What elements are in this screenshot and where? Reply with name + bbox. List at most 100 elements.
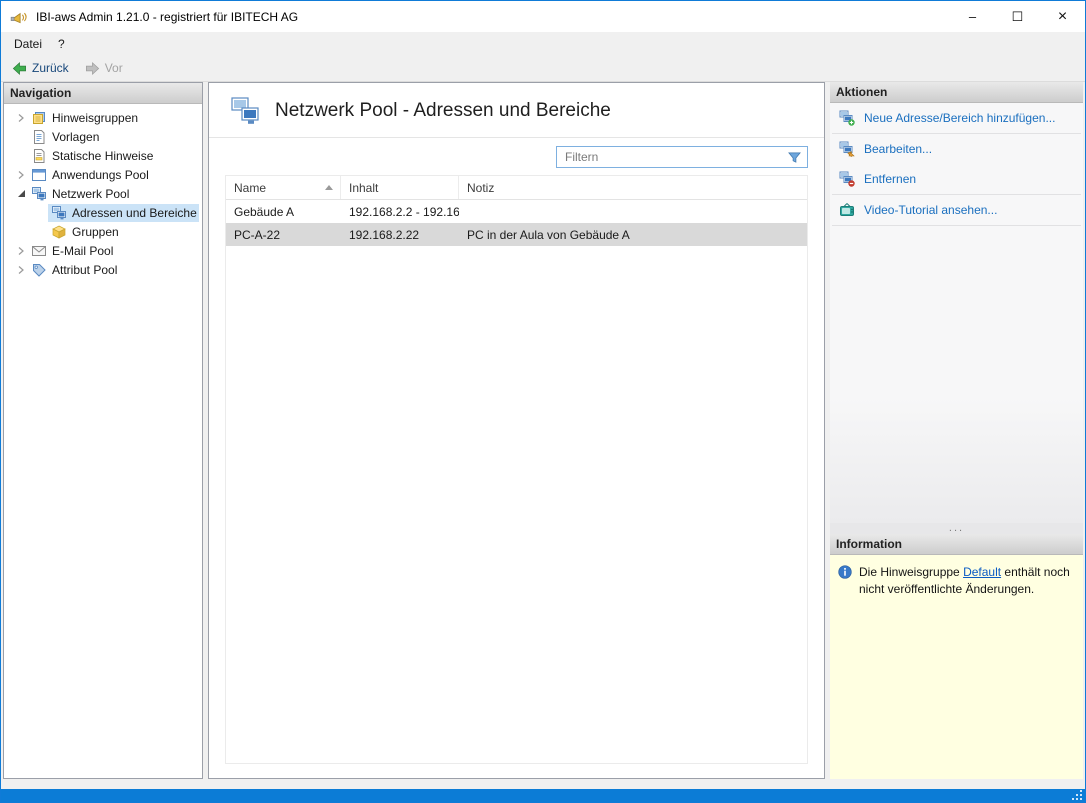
chevron-expanded-icon[interactable] [14,187,28,201]
spacer [830,226,1083,523]
resize-grip-icon[interactable] [1072,790,1083,801]
network-edit-icon [839,141,856,157]
sidebar-item-label: Statische Hinweise [52,149,153,163]
sidebar-item-email-pool[interactable]: E-Mail Pool [4,241,202,260]
column-header-name[interactable]: Name [226,176,341,199]
close-button[interactable]: × [1040,1,1085,32]
cell-notiz: PC in der Aula von Gebäude A [459,228,807,242]
sidebar-item-vorlagen[interactable]: Vorlagen [4,127,202,146]
column-header-inhalt[interactable]: Inhalt [341,176,459,199]
sidebar-item-label: Hinweisgruppen [52,111,138,125]
table-row[interactable]: Gebäude A 192.168.2.2 - 192.16... [226,200,807,223]
information-text: Die Hinweisgruppe Default enthält noch n… [859,564,1075,599]
package-icon [51,224,67,240]
spacer [14,130,28,144]
navigation-panel: Navigation Hinweisgruppen [3,82,203,779]
spacer [14,149,28,163]
sidebar-item-gruppen[interactable]: Gruppen [4,222,202,241]
actions-panel: Aktionen Neue Adresse/Bereich hinzu [830,82,1083,779]
sidebar-item-netzwerk-pool[interactable]: Netzwerk Pool [4,184,202,203]
chevron-right-icon[interactable] [14,263,28,277]
cell-name: Gebäude A [226,205,341,219]
forward-label: Vor [105,61,123,75]
sidebar-item-label: Attribut Pool [52,263,117,277]
app-icon [10,8,28,26]
back-label: Zurück [32,61,69,75]
network-pool-icon [31,186,47,202]
add-address-action[interactable]: Neue Adresse/Bereich hinzufügen... [830,103,1083,133]
table-row[interactable]: PC-A-22 192.168.2.22 PC in der Aula von … [226,223,807,246]
chevron-right-icon[interactable] [14,111,28,125]
tv-icon [839,202,856,218]
information-header: Information [830,534,1083,555]
sort-ascending-icon [325,185,333,190]
cell-inhalt: 192.168.2.22 [341,228,459,242]
email-icon [31,243,47,259]
content-area: Navigation Hinweisgruppen [1,82,1085,789]
sidebar-item-adressen-und-bereiche[interactable]: Adressen und Bereiche [4,203,202,222]
network-add-icon [839,110,856,126]
panel-splitter[interactable]: ... [830,523,1083,534]
address-list: Name Inhalt Notiz Gebäude A 192.168.2.2 … [225,175,808,764]
filter-box [556,146,808,168]
application-pool-icon [31,167,47,183]
edit-action[interactable]: Bearbeiten... [830,134,1083,164]
sidebar-item-hinweisgruppen[interactable]: Hinweisgruppen [4,108,202,127]
action-label: Neue Adresse/Bereich hinzufügen... [864,111,1055,125]
menu-bar: Datei ? [1,32,1085,55]
back-button[interactable]: Zurück [6,58,75,79]
window-controls: – ☐ × [950,1,1085,32]
main-title-row: Netzwerk Pool - Adressen und Bereiche [209,83,824,137]
filter-row [209,138,824,175]
sidebar-item-label: Anwendungs Pool [52,168,149,182]
filter-input[interactable] [557,150,787,164]
menu-help[interactable]: ? [50,34,73,54]
splitter-dots: ... [949,526,964,531]
notice-groups-icon [31,110,47,126]
back-arrow-icon [12,61,27,76]
minimize-button[interactable]: – [950,1,995,32]
cell-inhalt: 192.168.2.2 - 192.16... [341,205,459,219]
table-header: Name Inhalt Notiz [226,176,807,200]
forward-button[interactable]: Vor [79,58,129,79]
sidebar-item-label: Vorlagen [52,130,99,144]
title-bar: IBI-aws Admin 1.21.0 - registriert für I… [1,1,1085,32]
tag-icon [31,262,47,278]
sidebar-item-label: E-Mail Pool [52,244,113,258]
sidebar-item-label: Adressen und Bereiche [72,206,197,220]
template-icon [31,129,47,145]
actions-header: Aktionen [830,82,1083,103]
column-label: Name [234,181,266,195]
sidebar-item-attribut-pool[interactable]: Attribut Pool [4,260,202,279]
chevron-right-icon[interactable] [14,168,28,182]
network-remove-icon [839,171,856,187]
navigation-toolbar: Zurück Vor [1,55,1085,82]
chevron-right-icon[interactable] [14,244,28,258]
action-label: Video-Tutorial ansehen... [864,203,997,217]
video-tutorial-action[interactable]: Video-Tutorial ansehen... [830,195,1083,225]
sidebar-item-anwendungs-pool[interactable]: Anwendungs Pool [4,165,202,184]
remove-action[interactable]: Entfernen [830,164,1083,194]
column-label: Inhalt [349,181,378,195]
navigation-tree: Hinweisgruppen Vorlagen [4,104,202,778]
navigation-header: Navigation [4,83,202,104]
cell-name: PC-A-22 [226,228,341,242]
sidebar-item-statische-hinweise[interactable]: Statische Hinweise [4,146,202,165]
static-notice-icon [31,148,47,164]
menu-datei[interactable]: Datei [6,34,50,54]
column-header-notiz[interactable]: Notiz [459,176,807,199]
action-label: Entfernen [864,172,916,186]
app-window: IBI-aws Admin 1.21.0 - registriert für I… [0,0,1086,803]
action-label: Bearbeiten... [864,142,932,156]
window-title: IBI-aws Admin 1.21.0 - registriert für I… [36,10,298,24]
network-pool-icon [229,95,261,127]
filter-funnel-icon[interactable] [787,150,802,165]
network-addresses-icon [51,205,67,221]
actions-body: Neue Adresse/Bereich hinzufügen... [830,103,1083,523]
main-panel: Netzwerk Pool - Adressen und Bereiche Na… [208,82,825,779]
info-text-before: Die Hinweisgruppe [859,565,963,579]
maximize-button[interactable]: ☐ [995,1,1040,32]
information-box: Die Hinweisgruppe Default enthält noch n… [830,555,1083,779]
sidebar-item-label: Netzwerk Pool [52,187,129,201]
default-link[interactable]: Default [963,565,1001,579]
